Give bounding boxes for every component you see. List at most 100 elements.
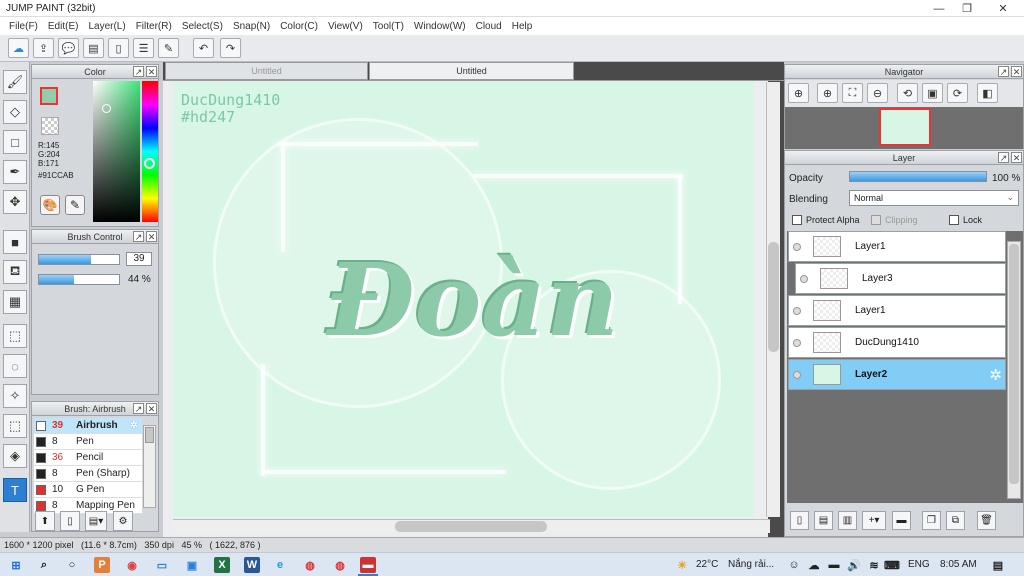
blending-select[interactable]: Normal ⌄ [849,190,1019,206]
pen-tool-icon[interactable]: ✒ [3,160,27,184]
menu-cloud[interactable]: Cloud [471,21,507,32]
brush-item[interactable]: 39 Airbrush ✲ [34,418,142,434]
layer-row[interactable]: Layer3 [795,263,1006,294]
new-brush-icon[interactable]: ▯ [60,511,80,531]
rotate-right-icon[interactable]: ⟳ [947,83,968,103]
monitor-app-icon[interactable]: ▭ [154,557,170,573]
close-icon[interactable]: ✕ [1011,152,1022,163]
layer-list-scrollbar[interactable] [1007,241,1021,499]
magic-wand-tool-icon[interactable]: ✧ [3,384,27,408]
new-raster-layer-icon[interactable]: ▤ [814,511,833,530]
edit-list-icon[interactable]: ✎ [158,38,179,58]
notification-icon[interactable]: ▤ [990,557,1006,573]
task-view-icon[interactable]: ○ [64,557,80,573]
popout-icon[interactable]: ↗ [133,231,144,242]
sv-cursor[interactable] [102,104,111,113]
layer-opacity-slider[interactable] [849,171,987,182]
menu-filter[interactable]: Filter(R) [131,21,177,32]
brush-tool-icon[interactable]: 🖌 [3,70,27,94]
select-pen-tool-icon[interactable]: ⬚ [3,414,27,438]
popout-icon[interactable]: ↗ [133,66,144,77]
move-tool-icon[interactable]: ✥ [3,190,27,214]
chrome-app-icon-2[interactable]: ◍ [332,557,348,573]
menu-file[interactable]: File(F) [4,21,43,32]
menu-color[interactable]: Color(C) [275,21,323,32]
brush-list-scroll-thumb[interactable] [145,427,154,443]
close-icon[interactable]: ✕ [146,403,157,414]
navigator-viewport[interactable] [879,108,931,146]
menu-edit[interactable]: Edit(E) [43,21,84,32]
drawing-canvas[interactable]: DucDung1410 #hd247 Đoàn [173,82,754,517]
lasso-tool-icon[interactable]: ◌ [3,354,27,378]
brush-item[interactable]: 8 Pen [34,434,142,450]
share-icon[interactable]: ⇪ [33,38,54,58]
menu-tool[interactable]: Tool(T) [368,21,409,32]
menu-layer[interactable]: Layer(L) [83,21,130,32]
gear-icon[interactable]: ✲ [989,366,1002,384]
brush-size-slider[interactable] [38,254,120,265]
brush-item[interactable]: 8 Pen (Sharp) [34,466,142,482]
duplicate-layer-icon[interactable]: ❐ [922,511,941,530]
word-app-icon[interactable]: W [244,557,260,573]
brush-item[interactable]: 10 G Pen [34,482,142,498]
zoom-in-icon[interactable]: ⊕ [817,83,838,103]
palette-edit-icon[interactable]: ✎ [65,195,85,215]
brush-item[interactable]: 36 Pencil [34,450,142,466]
menu-select[interactable]: Select(S) [177,21,228,32]
saturation-value-picker[interactable] [93,81,140,222]
lock-checkbox[interactable] [949,215,959,225]
document-icon[interactable]: ▯ [108,38,129,58]
volume-icon[interactable]: 🔊 [846,557,862,573]
actual-size-icon[interactable]: ⛶ [842,83,863,103]
horizontal-scroll-thumb[interactable] [395,521,547,532]
brush-upload-icon[interactable]: ⬆ [35,511,55,531]
eraser-tool-icon[interactable]: ◇ [3,100,27,124]
visibility-eye-icon[interactable] [793,371,801,379]
vertical-scroll-thumb[interactable] [768,242,779,352]
merge-layer-icon[interactable]: ⧉ [946,511,965,530]
layer-row[interactable]: Layer2 ✲ [788,359,1006,390]
powerpoint-app-icon[interactable]: P [94,557,110,573]
search-icon[interactable]: ⌕ [36,557,52,573]
windows-start-icon[interactable]: ⊞ [8,557,24,573]
app-icon[interactable]: ◉ [124,557,140,573]
clock[interactable]: 8:05 AM [940,559,977,570]
brush-settings-icon[interactable]: ⚙ [113,511,133,531]
list-icon[interactable]: ☰ [133,38,154,58]
wifi-icon[interactable]: ≋ [866,557,882,573]
select-eraser-tool-icon[interactable]: ◈ [3,444,27,468]
maximize-button[interactable]: ❐ [950,0,984,17]
popout-icon[interactable]: ↗ [998,152,1009,163]
network-icon[interactable]: ▬ [826,557,842,573]
gradient-tool-icon[interactable]: ▦ [3,290,27,314]
document-tab-2[interactable]: Untitled [369,62,574,80]
comment-icon[interactable]: 💬 [58,38,79,58]
visibility-eye-icon[interactable] [793,243,801,251]
menu-help[interactable]: Help [507,21,538,32]
weather-icon[interactable]: ☀ [674,557,690,573]
close-button[interactable]: ✕ [986,0,1020,17]
delete-layer-icon[interactable]: 🗑 [977,511,996,530]
close-icon[interactable]: ✕ [146,231,157,242]
visibility-eye-icon[interactable] [793,307,801,315]
layer-row[interactable]: DucDung1410 [788,327,1006,358]
brush-opacity-slider[interactable] [38,274,120,285]
people-icon[interactable]: ☺ [786,557,802,573]
transparent-swatch[interactable] [41,117,59,135]
layer-list-scroll-thumb[interactable] [1009,244,1019,484]
language-indicator[interactable]: ENG [908,559,930,570]
zoom-fit-icon[interactable]: ⊕ [788,83,809,103]
foreground-color-swatch[interactable] [40,87,58,105]
jump-paint-app-icon[interactable]: ▬ [360,557,376,573]
new-folder-icon[interactable]: ▬ [892,511,911,530]
visibility-eye-icon[interactable] [800,275,808,283]
cloud-icon[interactable]: ☁ [8,38,29,58]
menu-snap[interactable]: Snap(N) [228,21,275,32]
cloud-sync-icon[interactable]: ☁ [806,557,822,573]
layer-row[interactable]: Layer1 [788,295,1006,326]
bucket-tool-icon[interactable]: ⛾ [3,260,27,284]
brush-size-value[interactable]: 39 [126,252,152,266]
visibility-eye-icon[interactable] [793,339,801,347]
undo-icon[interactable]: ↶ [193,38,214,58]
brush-menu-icon[interactable]: ▤▾ [85,511,107,531]
